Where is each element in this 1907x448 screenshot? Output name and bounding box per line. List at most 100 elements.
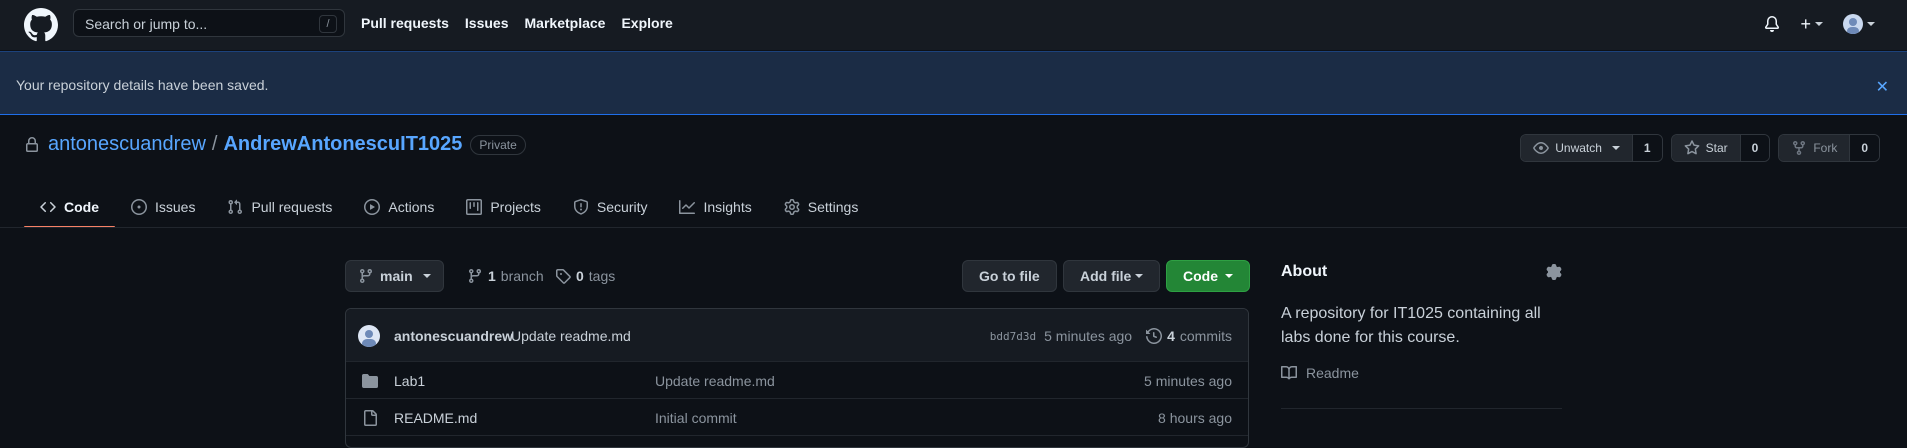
unwatch-label: Unwatch xyxy=(1555,141,1602,155)
tab-settings[interactable]: Settings xyxy=(768,187,875,227)
commit-count: 4 xyxy=(1167,328,1175,344)
file-commit-message[interactable]: Update readme.md xyxy=(655,373,775,389)
tab-code[interactable]: Code xyxy=(24,187,115,228)
create-new-menu[interactable]: + xyxy=(1800,14,1823,34)
shield-icon xyxy=(573,199,589,215)
code-icon xyxy=(40,199,56,215)
unwatch-button[interactable]: Unwatch xyxy=(1521,135,1633,161)
play-icon xyxy=(364,199,381,215)
issue-icon xyxy=(131,199,147,215)
lock-icon xyxy=(24,136,40,153)
plus-icon: + xyxy=(1800,14,1811,34)
tags-link[interactable]: 0 tags xyxy=(555,268,615,284)
branch-toolbar: main 1 branch 0 tags Go to file Add file… xyxy=(345,260,1250,292)
chevron-down-icon xyxy=(1611,146,1620,150)
file-name[interactable]: Lab1 xyxy=(394,373,425,389)
commit-message[interactable]: Update readme.md xyxy=(511,328,631,344)
repo-description: A repository for IT1025 containing all l… xyxy=(1281,305,1541,346)
watch-group: Unwatch 1 xyxy=(1520,134,1663,162)
tab-label: Code xyxy=(64,199,99,215)
bell-icon[interactable] xyxy=(1764,16,1780,32)
user-menu[interactable] xyxy=(1843,14,1875,34)
folder-icon xyxy=(362,373,378,389)
branch-select-button[interactable]: main xyxy=(345,260,444,292)
branch-icon xyxy=(467,268,483,284)
readme-link[interactable]: Readme xyxy=(1281,365,1359,381)
tag-count: 0 xyxy=(576,268,584,284)
commit-count-label: commits xyxy=(1179,328,1232,344)
history-icon xyxy=(1146,328,1163,344)
commit-sha[interactable]: bdd7d3d xyxy=(990,330,1036,343)
tab-security[interactable]: Security xyxy=(557,187,664,227)
branch-count: 1 xyxy=(488,268,496,284)
nav-marketplace[interactable]: Marketplace xyxy=(525,15,606,31)
fork-group: Fork 0 xyxy=(1778,134,1880,162)
about-divider xyxy=(1281,408,1562,409)
nav-issues[interactable]: Issues xyxy=(465,15,509,31)
tab-actions[interactable]: Actions xyxy=(348,187,450,227)
chevron-down-icon xyxy=(1135,274,1144,278)
gear-icon[interactable] xyxy=(1546,264,1562,280)
close-icon[interactable]: ✕ xyxy=(1876,77,1889,97)
file-commit-time: 5 minutes ago xyxy=(1144,373,1232,389)
repo-tabs: Code Issues Pull requests Actions Projec… xyxy=(24,187,875,228)
file-commit-message[interactable]: Initial commit xyxy=(655,410,737,426)
repo-name-link[interactable]: AndrewAntonescuIT1025 xyxy=(223,133,462,156)
current-branch: main xyxy=(380,268,413,284)
tab-label: Issues xyxy=(155,199,196,215)
github-logo-icon[interactable] xyxy=(24,8,58,42)
commit-time: 5 minutes ago xyxy=(1044,328,1133,344)
nav-pull-requests[interactable]: Pull requests xyxy=(361,15,449,31)
global-nav: Pull requests Issues Marketplace Explore xyxy=(361,15,673,31)
search-input[interactable]: Search or jump to... / xyxy=(73,9,345,37)
go-to-file-button[interactable]: Go to file xyxy=(962,260,1057,292)
fork-label: Fork xyxy=(1813,141,1838,155)
tab-label: Settings xyxy=(807,199,859,215)
tag-count-label: tags xyxy=(588,268,616,284)
file-row[interactable]: README.md Initial commit 8 hours ago xyxy=(346,399,1248,436)
add-file-label: Add file xyxy=(1080,268,1132,284)
branches-link[interactable]: 1 branch xyxy=(467,268,544,284)
star-count[interactable]: 0 xyxy=(1740,135,1770,161)
fork-icon xyxy=(1791,140,1807,156)
tab-label: Actions xyxy=(388,199,435,215)
star-group: Star 0 xyxy=(1670,134,1771,162)
tab-projects[interactable]: Projects xyxy=(450,187,557,227)
visibility-badge: Private xyxy=(470,134,526,155)
add-file-button[interactable]: Add file xyxy=(1063,260,1161,292)
file-row[interactable]: Lab1 Update readme.md 5 minutes ago xyxy=(346,362,1248,399)
flash-message: Your repository details have been saved. xyxy=(16,77,269,93)
pull-request-icon xyxy=(227,199,243,215)
watch-count[interactable]: 1 xyxy=(1632,135,1662,161)
tag-icon xyxy=(555,268,571,284)
tab-issues[interactable]: Issues xyxy=(115,187,211,227)
star-label: Star xyxy=(1705,141,1728,155)
file-icon xyxy=(362,410,378,426)
repo-owner-link[interactable]: antonescuandrew xyxy=(48,133,206,156)
chevron-down-icon xyxy=(1225,274,1233,278)
branch-count-label: branch xyxy=(500,268,544,284)
flash-notice: Your repository details have been saved.… xyxy=(0,51,1907,115)
chevron-down-icon xyxy=(1815,22,1823,26)
book-icon xyxy=(1281,365,1297,381)
avatar xyxy=(1843,14,1863,34)
star-button[interactable]: Star xyxy=(1671,135,1741,161)
tab-pull-requests[interactable]: Pull requests xyxy=(211,187,348,227)
file-name[interactable]: README.md xyxy=(394,410,477,426)
global-header: Search or jump to... / Pull requests Iss… xyxy=(0,0,1907,50)
code-button[interactable]: Code xyxy=(1166,260,1250,292)
project-icon xyxy=(466,199,483,215)
tab-label: Insights xyxy=(703,199,752,215)
commits-link[interactable]: 4 commits xyxy=(1146,328,1232,344)
about-heading: About xyxy=(1281,263,1328,280)
fork-button[interactable]: Fork xyxy=(1779,135,1851,161)
readme-label: Readme xyxy=(1306,365,1359,381)
search-placeholder: Search or jump to... xyxy=(85,16,208,32)
repo-title: antonescuandrew / AndrewAntonescuIT1025 … xyxy=(24,133,526,156)
tab-insights[interactable]: Insights xyxy=(663,187,767,227)
tab-label: Security xyxy=(596,199,648,215)
avatar[interactable] xyxy=(358,325,380,347)
fork-count[interactable]: 0 xyxy=(1850,135,1879,161)
commit-author[interactable]: antonescuandrew xyxy=(394,328,513,344)
nav-explore[interactable]: Explore xyxy=(621,15,672,31)
